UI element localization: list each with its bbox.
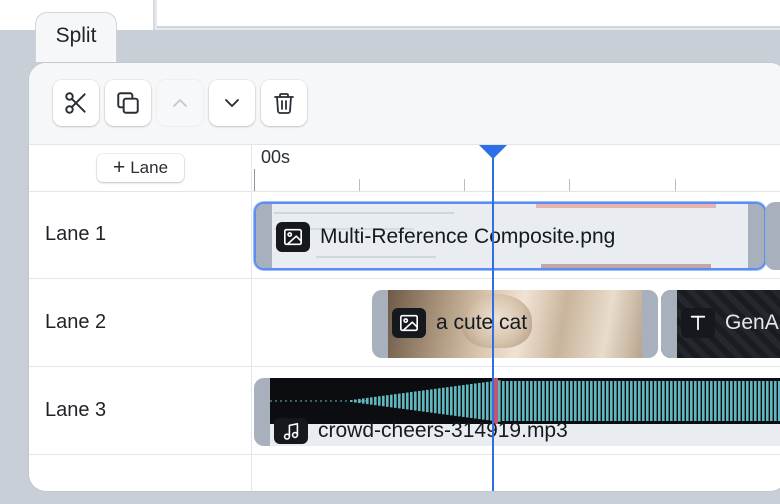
clip-trim-handle-left[interactable] [372, 290, 388, 358]
ruler-start-time: 00s [261, 147, 291, 167]
clip-trim-handle-left[interactable] [256, 204, 272, 268]
clip-name: a cute cat [436, 311, 528, 334]
clip-offscreen[interactable] [765, 202, 780, 270]
lane-label-1: Lane 1 [45, 223, 107, 245]
lane-divider [29, 278, 251, 279]
tab-split[interactable]: Split [35, 12, 117, 62]
clip-label: crowd-cheers-314919.mp3 [274, 418, 568, 444]
clip-name: Multi-Reference Composite.png [320, 225, 616, 248]
delete-button[interactable] [261, 80, 307, 126]
duplicate-button[interactable] [105, 80, 151, 126]
ruler-tick [675, 179, 676, 191]
ruler-tick [569, 179, 570, 191]
playhead-line[interactable] [492, 151, 494, 491]
ruler-tick [359, 179, 360, 191]
clip-label: Multi-Reference Composite.png [276, 222, 615, 252]
clip-gena-text[interactable]: GenA [661, 290, 780, 358]
clip-trim-handle-right[interactable] [748, 204, 764, 268]
playhead-handle[interactable] [479, 145, 507, 159]
clip-name: crowd-cheers-314919.mp3 [318, 419, 568, 442]
move-up-button[interactable] [157, 80, 203, 126]
clip-label: GenA [681, 308, 779, 338]
scissors-icon [65, 92, 86, 114]
move-down-button[interactable] [209, 80, 255, 126]
thumbnail-line [274, 212, 454, 214]
clip-multi-reference[interactable]: Multi-Reference Composite.png [254, 202, 766, 270]
image-icon [392, 308, 426, 338]
chevron-up-icon [173, 99, 187, 107]
text-icon [681, 308, 715, 338]
cut-button[interactable] [53, 80, 99, 126]
timeline-editor: + Lane Lane 1 Lane 2 Lane 3 00s Multi-Re… [28, 62, 780, 492]
clip-trim-handle-left[interactable] [254, 378, 270, 446]
copy-icon [117, 92, 139, 114]
chevron-down-icon [225, 99, 239, 107]
ruler-tick [464, 179, 465, 191]
track-divider [252, 366, 780, 367]
clip-a-cute-cat[interactable]: a cute cat [372, 290, 658, 358]
lane-divider [29, 366, 251, 367]
top-panel [0, 0, 780, 30]
trash-icon [274, 93, 294, 114]
thumbnail-block [541, 264, 711, 268]
track-divider [252, 278, 780, 279]
clip-toolbar [29, 63, 780, 145]
lane-label-3: Lane 3 [45, 399, 107, 421]
image-icon [276, 222, 310, 252]
ruler-tick [254, 169, 255, 191]
clip-crowd-cheers-audio[interactable]: crowd-cheers-314919.mp3 [254, 378, 780, 446]
clip-trim-handle-right[interactable] [642, 290, 658, 358]
clip-trim-handle-left[interactable] [661, 290, 677, 358]
music-note-icon [274, 418, 308, 444]
clip-name: GenA [725, 311, 779, 334]
lane-labels: Lane 1 Lane 2 Lane 3 [29, 145, 252, 491]
thumbnail-accent [536, 204, 716, 208]
top-panel-right [157, 0, 780, 28]
clip-label: a cute cat [392, 308, 527, 338]
lane-divider [29, 454, 251, 455]
track-divider [252, 454, 780, 455]
thumbnail-line [316, 256, 436, 258]
lane-label-2: Lane 2 [45, 311, 107, 333]
